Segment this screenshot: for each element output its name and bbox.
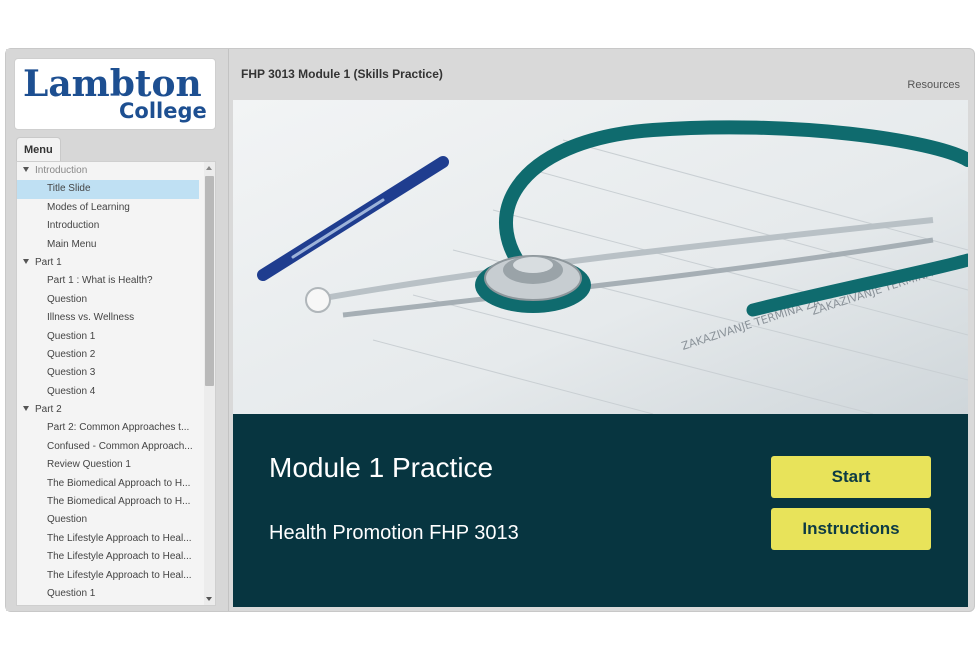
menu-item[interactable]: The Biomedical Approach to H...	[17, 475, 199, 493]
caret-down-icon[interactable]	[23, 166, 29, 172]
menu-item-label: Illness vs. Wellness	[47, 312, 135, 324]
menu-list: Introduction Title Slide Modes of Learning…	[17, 162, 203, 603]
menu-item[interactable]: The Lifestyle Approach to Heal...	[17, 530, 199, 548]
scroll-down-arrow-icon[interactable]	[206, 597, 212, 601]
menu-item[interactable]: Title Slide	[17, 180, 199, 199]
scroll-thumb[interactable]	[205, 176, 214, 386]
menu-item[interactable]: Modes of Learning	[17, 199, 199, 217]
caret-down-icon[interactable]	[23, 258, 29, 264]
menu-item-label: Introduction	[35, 165, 88, 176]
menu-item-label: Confused - Common Approach...	[47, 440, 193, 452]
menu-item[interactable]: Part 1 : What is Health?	[17, 272, 199, 290]
menu-item[interactable]: Illness vs. Wellness	[17, 309, 199, 327]
menu-item-label: The Lifestyle Approach to Heal...	[47, 551, 192, 563]
menu-item-label: Question 4	[47, 385, 96, 397]
menu-scrollbar[interactable]	[204, 162, 215, 605]
menu-item[interactable]: Part 2: Common Approaches t...	[17, 419, 199, 437]
menu-item[interactable]: Question 2	[17, 346, 199, 364]
menu-item-label: Question 1	[47, 330, 96, 342]
logo-text-line2: College	[119, 99, 207, 123]
menu-section[interactable]: Part 2	[17, 401, 203, 419]
menu-item-label: Introduction	[47, 220, 100, 232]
menu-item-label: Question	[47, 293, 88, 305]
menu-item[interactable]: The Lifestyle Approach to Heal...	[17, 548, 199, 566]
menu-item-label: Main Menu	[47, 238, 97, 250]
menu-item-label: Title Slide	[47, 183, 91, 195]
menu-item-label: The Lifestyle Approach to Heal...	[47, 569, 192, 581]
menu-item-label: Question 2	[47, 348, 96, 360]
menu-section[interactable]: Introduction	[17, 162, 203, 180]
menu-item-label: Question 3	[47, 367, 96, 379]
menu-panel: Introduction Title Slide Modes of Learning…	[16, 161, 216, 606]
caret-down-icon[interactable]	[23, 405, 29, 411]
scroll-up-arrow-icon[interactable]	[206, 166, 212, 170]
tab-menu[interactable]: Menu	[16, 137, 61, 162]
lambton-college-logo: Lambton College	[14, 58, 216, 130]
main-area: FHP 3013 Module 1 (Skills Practice) Reso…	[228, 49, 974, 611]
menu-item[interactable]: Question	[17, 291, 199, 309]
stethoscope-photo: ZAKAZIVANJE TERMINA ZA ZAKAZIVANJE TERMI…	[233, 100, 968, 414]
course-title: FHP 3013 Module 1 (Skills Practice)	[241, 67, 443, 81]
menu-item-label: Question 1	[47, 587, 96, 599]
title-slide: ZAKAZIVANJE TERMINA ZA ZAKAZIVANJE TERMI…	[233, 100, 968, 607]
slide-title: Module 1 Practice	[269, 452, 494, 483]
menu-item-label: Part 2	[35, 404, 62, 416]
menu-item[interactable]: The Lifestyle Approach to Heal...	[17, 567, 199, 585]
menu-item-label: Question	[47, 514, 88, 526]
sidebar: Lambton College Menu Introduction Title S…	[6, 49, 229, 611]
course-player: Lambton College Menu Introduction Title S…	[5, 48, 975, 612]
menu-item-label: Part 1	[35, 256, 62, 268]
menu-item[interactable]: Main Menu	[17, 236, 199, 254]
menu-item-label: The Lifestyle Approach to Heal...	[47, 532, 192, 544]
start-button[interactable]: Start	[771, 456, 931, 498]
menu-item[interactable]: Question 3	[17, 364, 199, 382]
title-banner: Module 1 Practice Health Promotion FHP 3…	[233, 414, 968, 607]
menu-item[interactable]: Review Question 1	[17, 456, 199, 474]
slide-subtitle: Health Promotion FHP 3013	[269, 522, 519, 544]
menu-item[interactable]: Question 1	[17, 328, 199, 346]
menu-item-label: The Biomedical Approach to H...	[47, 477, 191, 489]
resources-link[interactable]: Resources	[907, 79, 960, 91]
menu-item-label: Part 2: Common Approaches t...	[47, 422, 190, 434]
menu-section[interactable]: Part 1	[17, 254, 203, 272]
menu-item[interactable]: Question 1	[17, 585, 199, 603]
menu-item[interactable]: Question 4	[17, 383, 199, 401]
instructions-button[interactable]: Instructions	[771, 508, 931, 550]
menu-item-label: Review Question 1	[47, 459, 131, 471]
menu-item[interactable]: Introduction	[17, 217, 199, 235]
menu-item[interactable]: Question	[17, 511, 199, 529]
menu-item[interactable]: The Biomedical Approach to H...	[17, 493, 199, 511]
menu-item[interactable]: Confused - Common Approach...	[17, 438, 199, 456]
menu-item-label: The Biomedical Approach to H...	[47, 496, 191, 508]
menu-item-label: Modes of Learning	[47, 201, 130, 213]
menu-item-label: Part 1 : What is Health?	[47, 275, 153, 287]
